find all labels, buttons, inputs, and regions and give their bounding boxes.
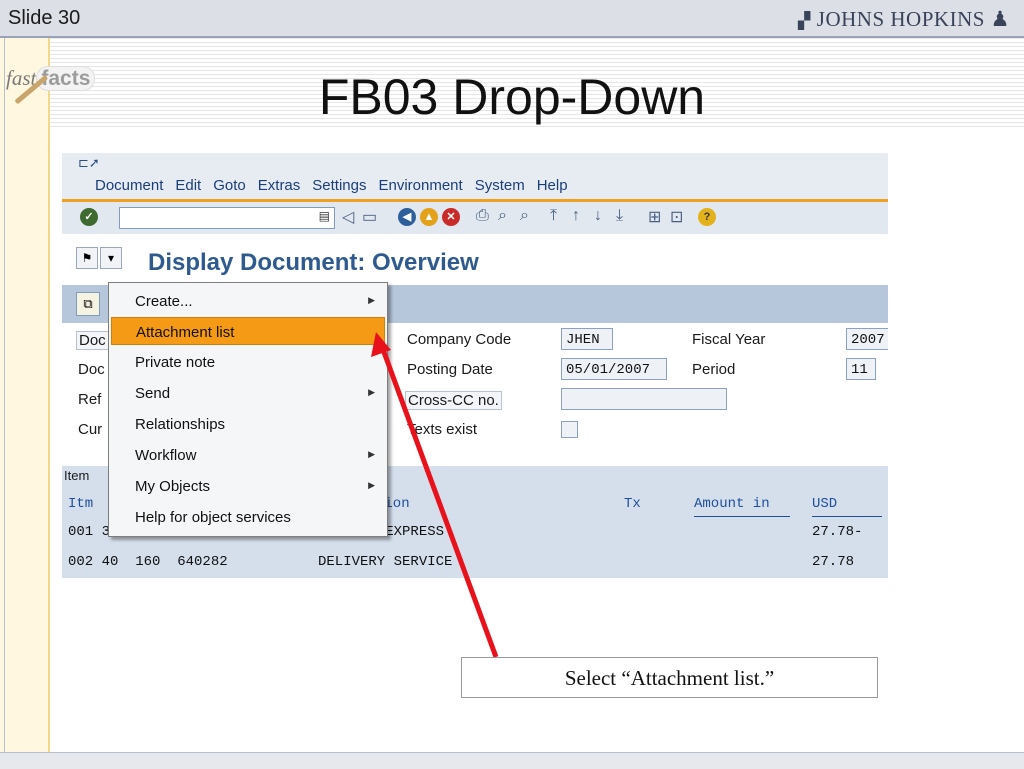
title-icons: ⚑ ▾	[76, 247, 122, 269]
menu-item-my-objects[interactable]: My Objects ▶	[111, 472, 385, 500]
menu-document[interactable]: Document	[95, 177, 163, 194]
slide-header-bar: Slide 30 ▞ JOHNS HOPKINS ♟	[0, 0, 1024, 38]
fiscal-year-field[interactable]: 2007	[846, 328, 888, 350]
left-accent-line	[48, 38, 50, 754]
doc-date-label: Doc	[78, 361, 105, 378]
menu-item-label: Relationships	[135, 416, 226, 433]
menu-item-send[interactable]: Send ▶	[111, 379, 385, 407]
menu-item-label: My Objects	[135, 478, 211, 495]
company-code-label: Company Code	[407, 331, 512, 348]
menu-item-label: Attachment list	[136, 324, 235, 341]
texts-exist-label: Texts exist	[407, 421, 478, 438]
screen-title: Display Document: Overview	[148, 249, 479, 276]
menu-item-label: Send	[135, 385, 171, 402]
history-dropdown-icon[interactable]: ▤	[319, 209, 330, 223]
submenu-arrow-icon: ▶	[368, 295, 375, 305]
shortcut-icon[interactable]: ⊡	[670, 207, 683, 227]
founder-icon: ♟	[990, 7, 1010, 31]
last-page-icon[interactable]: ⤓	[616, 207, 623, 225]
slide-number: Slide 30	[8, 7, 81, 29]
menu-items: Document Edit Goto Extras Settings Envir…	[95, 177, 568, 194]
submenu-arrow-icon: ▶	[368, 480, 375, 490]
enter-check-icon[interactable]: ✓	[80, 208, 98, 226]
menu-goto[interactable]: Goto	[213, 177, 246, 194]
menu-item-label: Workflow	[135, 447, 197, 464]
posting-date-label: Posting Date	[407, 361, 493, 378]
menu-item-help-object-services[interactable]: Help for object services	[111, 503, 385, 531]
screen-title-area: ⚑ ▾ Display Document: Overview	[62, 241, 888, 281]
help-icon[interactable]: ?	[698, 208, 716, 226]
menu-item-label: Help for object services	[135, 509, 291, 526]
object-services-dropdown: Create... ▶ Attachment list Private note…	[108, 282, 388, 537]
texts-exist-checkbox[interactable]	[561, 421, 578, 438]
period-label: Period	[692, 361, 736, 378]
menu-item-attachment-list[interactable]: Attachment list	[111, 317, 385, 345]
find-icon[interactable]: ⌕	[498, 207, 507, 225]
slide-title: FB03 Drop-Down	[318, 69, 706, 125]
period-field[interactable]: 11	[846, 358, 876, 380]
table-row-2-text: DELIVERY SERVICE	[318, 554, 453, 570]
left-accent-bar	[0, 38, 48, 754]
company-code-field[interactable]: JHEN	[561, 328, 613, 350]
exit-icon[interactable]: ▲	[420, 208, 438, 226]
col-amount: Amount in	[694, 496, 770, 512]
command-field[interactable]: ▤	[119, 207, 335, 229]
instruction-callout: Select “Attachment list.”	[461, 657, 878, 698]
amount-underline	[694, 516, 790, 517]
menu-item-private-note[interactable]: Private note	[111, 348, 385, 376]
back-arrow-icon[interactable]: ◁	[342, 207, 354, 227]
johns-hopkins-logo: ▞ JOHNS HOPKINS ♟	[798, 7, 1010, 32]
posting-date-field[interactable]: 05/01/2007	[561, 358, 667, 380]
table-row-2-amount: 27.78	[812, 554, 855, 570]
print-icon[interactable]: ⎙	[476, 207, 489, 225]
brand-text: JOHNS HOPKINS	[816, 7, 985, 31]
cross-cc-field[interactable]	[561, 388, 727, 410]
col-itm: Itm	[68, 496, 94, 512]
submenu-arrow-icon: ▶	[368, 449, 375, 459]
back-icon[interactable]: ◀	[398, 208, 416, 226]
menu-edit[interactable]: Edit	[175, 177, 201, 194]
submenu-arrow-icon: ▶	[368, 387, 375, 397]
next-page-icon[interactable]: ↓	[594, 207, 602, 225]
frame-border	[4, 38, 5, 754]
services-dropdown-icon[interactable]: ▾	[100, 247, 122, 269]
create-session-icon[interactable]: ⊞	[648, 207, 661, 227]
currency-underline	[812, 516, 882, 517]
table-row-2-left[interactable]: 002 40 160 640282	[68, 554, 228, 570]
currency-label: Cur	[78, 421, 103, 438]
menu-help[interactable]: Help	[537, 177, 568, 194]
menu-item-relationships[interactable]: Relationships	[111, 410, 385, 438]
menu-settings[interactable]: Settings	[312, 177, 366, 194]
slide-footer-bar	[0, 752, 1024, 769]
menu-item-workflow[interactable]: Workflow ▶	[111, 441, 385, 469]
standard-toolbar: ✓ ▤ ◁ ▭ ◀ ▲ ✕ ⎙ ⌕ ⌕ ⤒ ↑ ↓ ⤓ ⊞ ⊡ ?	[62, 202, 888, 234]
col-currency: USD	[812, 496, 838, 512]
shield-icon: ▞	[797, 13, 811, 30]
items-tab-label: Item	[64, 468, 90, 483]
sap-menu-bar: ⊏➚ Document Edit Goto Extras Settings En…	[62, 153, 888, 199]
menu-extras[interactable]: Extras	[258, 177, 301, 194]
table-row-1-amount: 27.78-	[812, 524, 863, 540]
display-header-icon[interactable]: ⧉	[76, 292, 100, 316]
menu-item-label: Private note	[135, 354, 216, 371]
save-icon[interactable]: ▭	[362, 207, 377, 227]
menu-environment[interactable]: Environment	[378, 177, 462, 194]
fiscal-year-label: Fiscal Year	[692, 331, 766, 348]
previous-page-icon[interactable]: ↑	[572, 207, 580, 225]
menu-item-label: Create...	[135, 293, 193, 310]
cross-cc-label: Cross-CC no.	[405, 391, 502, 410]
menu-system[interactable]: System	[475, 177, 525, 194]
find-next-icon[interactable]: ⌕	[520, 207, 529, 225]
col-tx: Tx	[624, 496, 641, 512]
first-page-icon[interactable]: ⤒	[550, 207, 557, 225]
menu-item-create[interactable]: Create... ▶	[111, 287, 385, 315]
system-menu-icon[interactable]: ⊏➚	[78, 155, 100, 171]
services-for-object-icon[interactable]: ⚑	[76, 247, 98, 269]
doc-number-label: Doc	[76, 331, 109, 350]
cancel-icon[interactable]: ✕	[442, 208, 460, 226]
reference-label: Ref	[78, 391, 102, 408]
